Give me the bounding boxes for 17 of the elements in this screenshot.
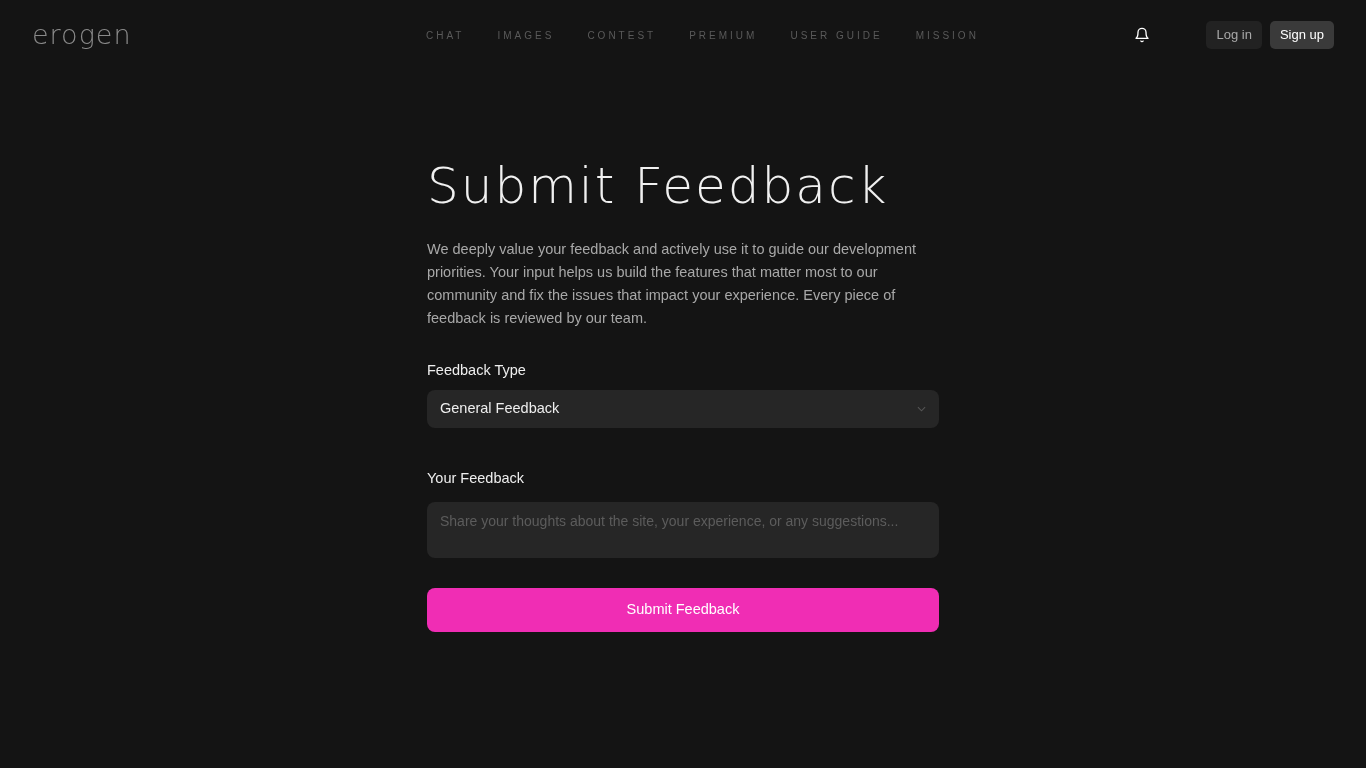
nav-link[interactable]: USER GUIDE bbox=[790, 27, 883, 43]
nav-link[interactable]: PREMIUM bbox=[689, 27, 758, 43]
field-label: Your Feedback bbox=[427, 468, 525, 488]
page-title: Submit Feedback bbox=[427, 156, 890, 216]
nav-link[interactable]: MISSION bbox=[915, 27, 979, 43]
logo[interactable]: erogen bbox=[32, 18, 132, 50]
chevron-down-icon bbox=[917, 405, 926, 412]
intro-paragraph: We deeply value your feedback and actively use it to guide our development priorities. Your input helps us build the features that matter most to our community and fix the issues that impact your experience. Every piece of feedback is reviewed by our team. bbox=[427, 240, 917, 328]
log-in-button[interactable]: Log in bbox=[1206, 21, 1262, 49]
feedback-type-select[interactable]: General Feedback bbox=[427, 389, 939, 428]
nav-link[interactable]: CHAT bbox=[426, 27, 465, 43]
field-label: Feedback Type bbox=[427, 361, 527, 380]
nav-link[interactable]: CONTEST bbox=[587, 27, 657, 43]
sign-up-button[interactable]: Sign up bbox=[1269, 21, 1334, 49]
notification-bell-icon[interactable] bbox=[1134, 27, 1151, 43]
submit-button[interactable]: Submit Feedback bbox=[427, 587, 939, 632]
nav-link[interactable]: IMAGES bbox=[497, 27, 555, 43]
